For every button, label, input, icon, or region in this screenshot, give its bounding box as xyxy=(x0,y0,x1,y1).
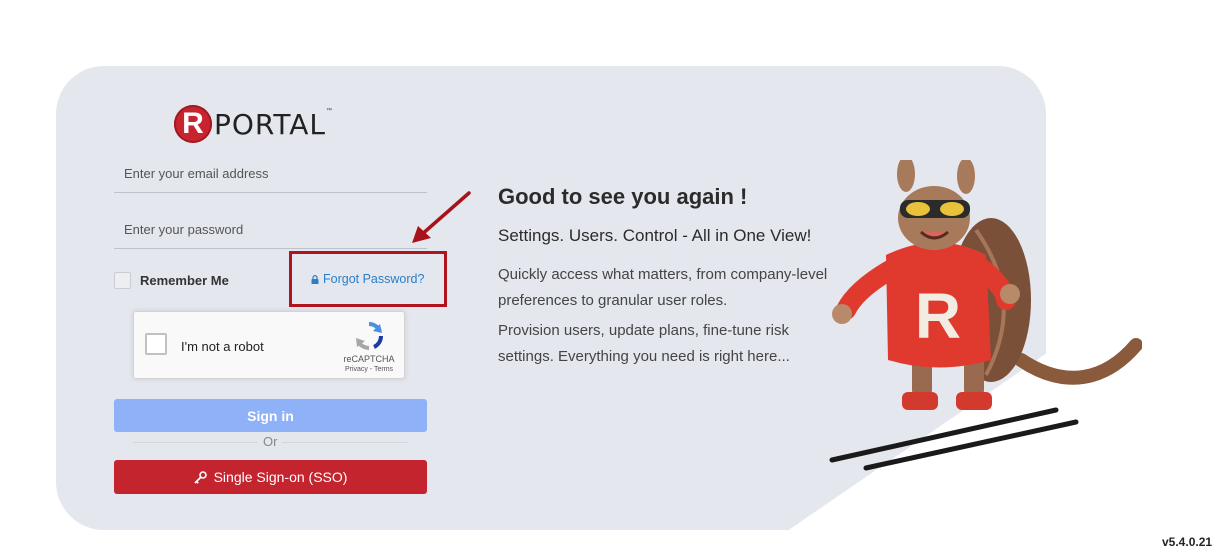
sso-label: Single Sign-on (SSO) xyxy=(213,469,348,485)
welcome-paragraph-2: Provision users, update plans, fine-tune… xyxy=(498,322,790,365)
recaptcha-logo-icon xyxy=(356,321,384,351)
remember-me-checkbox[interactable] xyxy=(114,272,131,289)
sso-button[interactable]: Single Sign-on (SSO) xyxy=(114,460,427,494)
or-label: Or xyxy=(258,434,283,449)
recaptcha-brand: reCAPTCHA xyxy=(343,354,395,364)
recaptcha-checkbox[interactable] xyxy=(145,333,167,355)
password-input[interactable] xyxy=(114,211,427,249)
sign-in-button[interactable]: Sign in xyxy=(114,399,427,432)
welcome-heading: Good to see you again ! xyxy=(498,184,748,209)
logo-trademark: ™ xyxy=(326,108,333,114)
svg-text:R: R xyxy=(915,280,961,352)
version-label: v5.4.0.21 xyxy=(1162,535,1213,549)
logo-text: PORTAL xyxy=(214,107,327,141)
arrow-icon xyxy=(412,191,471,243)
logo-letter: R xyxy=(174,105,212,143)
welcome-description: Quickly access what matters, from compan… xyxy=(498,262,843,374)
recaptcha-links[interactable]: Privacy - Terms xyxy=(337,366,401,373)
welcome-tagline: Settings. Users. Control - All in One Vi… xyxy=(498,226,812,245)
recaptcha-widget: I'm not a robot reCAPTCHA Privacy - Term… xyxy=(133,311,405,379)
forgot-password-link[interactable]: Forgot Password? xyxy=(311,272,424,286)
key-icon xyxy=(193,470,207,484)
welcome-paragraph-1: Quickly access what matters, from compan… xyxy=(498,266,828,309)
rportal-logo: R PORTAL ™ xyxy=(174,104,332,144)
armadillo-mascot-image: R xyxy=(829,160,1142,471)
lock-icon xyxy=(311,274,319,284)
remember-me[interactable]: Remember Me xyxy=(114,272,229,289)
forgot-password-label: Forgot Password? xyxy=(323,272,425,286)
remember-me-label: Remember Me xyxy=(140,273,229,288)
recaptcha-label: I'm not a robot xyxy=(181,339,264,354)
email-input[interactable] xyxy=(114,155,427,193)
